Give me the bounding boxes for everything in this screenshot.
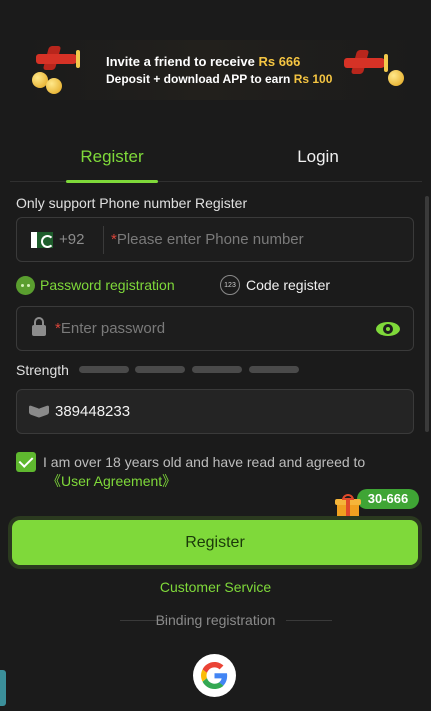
lock-icon bbox=[32, 317, 46, 336]
scrollbar[interactable] bbox=[425, 196, 429, 432]
invite-code-input[interactable]: 389448233 bbox=[55, 403, 130, 420]
support-hint: Only support Phone number Register bbox=[16, 195, 248, 211]
auth-tabs: Register Login bbox=[10, 138, 422, 183]
divider bbox=[286, 620, 332, 621]
country-code[interactable]: +92 bbox=[59, 231, 84, 248]
eye-icon[interactable] bbox=[376, 319, 400, 339]
code-register-option[interactable]: 123 Code register bbox=[220, 275, 330, 295]
code-register-label: Code register bbox=[246, 277, 331, 293]
strength-bar-segment bbox=[192, 366, 242, 373]
user-agreement-link[interactable]: 《User Agreement》 bbox=[47, 471, 176, 491]
gift-icon[interactable] bbox=[335, 494, 361, 518]
agreement-text: I am over 18 years old and have read and… bbox=[43, 454, 366, 470]
google-login-button[interactable] bbox=[193, 654, 236, 697]
tab-register[interactable]: Register bbox=[66, 138, 158, 183]
customer-service-link[interactable]: Customer Service bbox=[0, 579, 431, 595]
password-field[interactable]: *Enter password bbox=[16, 306, 414, 351]
airplane-icon bbox=[28, 44, 84, 72]
handshake-icon bbox=[29, 404, 49, 419]
register-button[interactable]: Register bbox=[12, 520, 418, 565]
strength-label: Strength bbox=[16, 362, 69, 378]
invite-code-field[interactable]: 389448233 bbox=[16, 389, 414, 434]
pakistan-flag-icon bbox=[31, 232, 54, 248]
floating-side-widget[interactable] bbox=[0, 670, 6, 706]
phone-field[interactable]: +92 *Please enter Phone number bbox=[16, 217, 414, 262]
password-input[interactable]: *Enter password bbox=[55, 320, 165, 337]
strength-bar-segment bbox=[135, 366, 185, 373]
promo-banner[interactable]: Invite a friend to receive Rs 666 Deposi… bbox=[26, 40, 416, 100]
agreement-checkbox[interactable] bbox=[16, 452, 36, 472]
strength-bar-segment bbox=[249, 366, 299, 373]
password-dots-icon bbox=[16, 275, 35, 295]
banner-line-1: Invite a friend to receive Rs 666 bbox=[106, 54, 301, 69]
tab-login[interactable]: Login bbox=[272, 138, 364, 182]
promo-badge[interactable]: 30-666 bbox=[357, 489, 419, 509]
numeric-code-icon: 123 bbox=[220, 275, 240, 295]
banner-line-2: Deposit + download APP to earn Rs 100 bbox=[106, 72, 333, 86]
coin-icon bbox=[46, 78, 62, 94]
password-registration-label: Password registration bbox=[40, 277, 175, 293]
divider bbox=[103, 226, 104, 254]
password-registration-option[interactable]: Password registration bbox=[16, 275, 175, 295]
phone-input[interactable]: *Please enter Phone number bbox=[111, 231, 304, 248]
airplane-icon bbox=[336, 48, 392, 76]
strength-bar-segment bbox=[79, 366, 129, 373]
coin-icon bbox=[388, 70, 404, 86]
binding-registration-label: Binding registration bbox=[155, 612, 276, 628]
google-icon bbox=[201, 662, 228, 689]
